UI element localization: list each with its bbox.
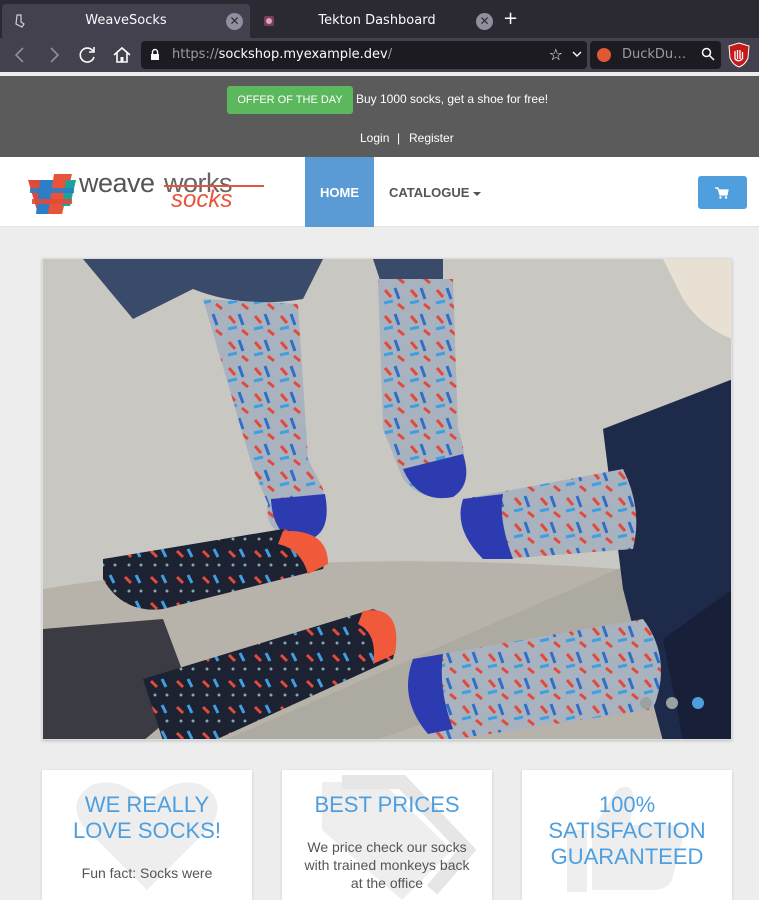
carousel-dot-2[interactable] [666,697,678,709]
duckduckgo-icon [597,48,611,62]
bookmark-star-icon[interactable]: ☆ [549,45,563,64]
feature-box-satisfaction: 100% SATISFACTION GUARANTEED [522,770,732,900]
carousel-dot-1[interactable] [640,697,652,709]
home-icon[interactable] [111,45,133,65]
feature-text: We price check our socks with trained mo… [304,839,470,891]
shopping-cart-icon [715,187,729,199]
search-placeholder: DuckDu… [622,47,687,62]
hero-carousel[interactable] [42,258,732,740]
search-bar[interactable]: DuckDu… [590,41,721,69]
carousel-dot-3[interactable] [692,697,704,709]
search-icon[interactable] [701,47,715,61]
offer-text: Buy 1000 socks, get a shoe for free! [356,92,549,106]
feature-title: 100% SATISFACTION GUARANTEED [548,792,706,869]
tab-weavesocks[interactable]: WeaveSocks ✕ [2,4,250,38]
cart-button[interactable] [698,176,747,209]
feature-title: WE REALLY LOVE SOCKS! [73,792,221,843]
nav-catalogue[interactable]: CATALOGUE [389,185,482,200]
logo-word-socks: socks [171,186,233,213]
feature-box-love-socks: WE REALLY LOVE SOCKS! Fun fact: Socks wer… [42,770,252,900]
reload-icon[interactable] [77,45,99,65]
lock-icon [151,48,159,60]
tab-title: WeaveSocks [85,13,167,28]
offer-of-the-day-button[interactable]: OFFER OF THE DAY [227,86,353,114]
weaveworks-socks-logo[interactable]: weave works socks [26,166,266,218]
login-link[interactable]: Login [360,131,389,145]
nav-home[interactable]: HOME [305,157,374,227]
register-link[interactable]: Register [409,131,454,145]
new-tab-button[interactable]: + [503,9,518,29]
caret-down-icon [473,191,482,196]
close-tab-icon[interactable]: ✕ [476,13,493,30]
logo-word-weave: weave [79,168,155,198]
logo-strike [164,185,264,187]
ublock-origin-icon[interactable] [727,42,751,68]
url-text: https://sockshop.myexample.dev/ [172,47,393,62]
feature-box-best-prices: BEST PRICES We price check our socks wit… [282,770,492,900]
socks-photo [43,259,731,739]
tab-title: Tekton Dashboard [318,13,436,28]
feature-text: Fun fact: Socks were [81,865,213,881]
back-icon[interactable] [9,45,31,65]
browser-toolbar: https://sockshop.myexample.dev/ ☆ DuckDu… [0,38,759,72]
chevron-down-icon[interactable] [572,48,582,60]
address-bar[interactable]: https://sockshop.myexample.dev/ ☆ [141,41,587,69]
forward-icon[interactable] [43,45,65,65]
close-tab-icon[interactable]: ✕ [226,13,243,30]
feature-title: BEST PRICES [314,792,460,817]
tab-tekton-dashboard[interactable]: Tekton Dashboard ✕ [252,4,502,38]
account-separator: | [397,131,401,145]
